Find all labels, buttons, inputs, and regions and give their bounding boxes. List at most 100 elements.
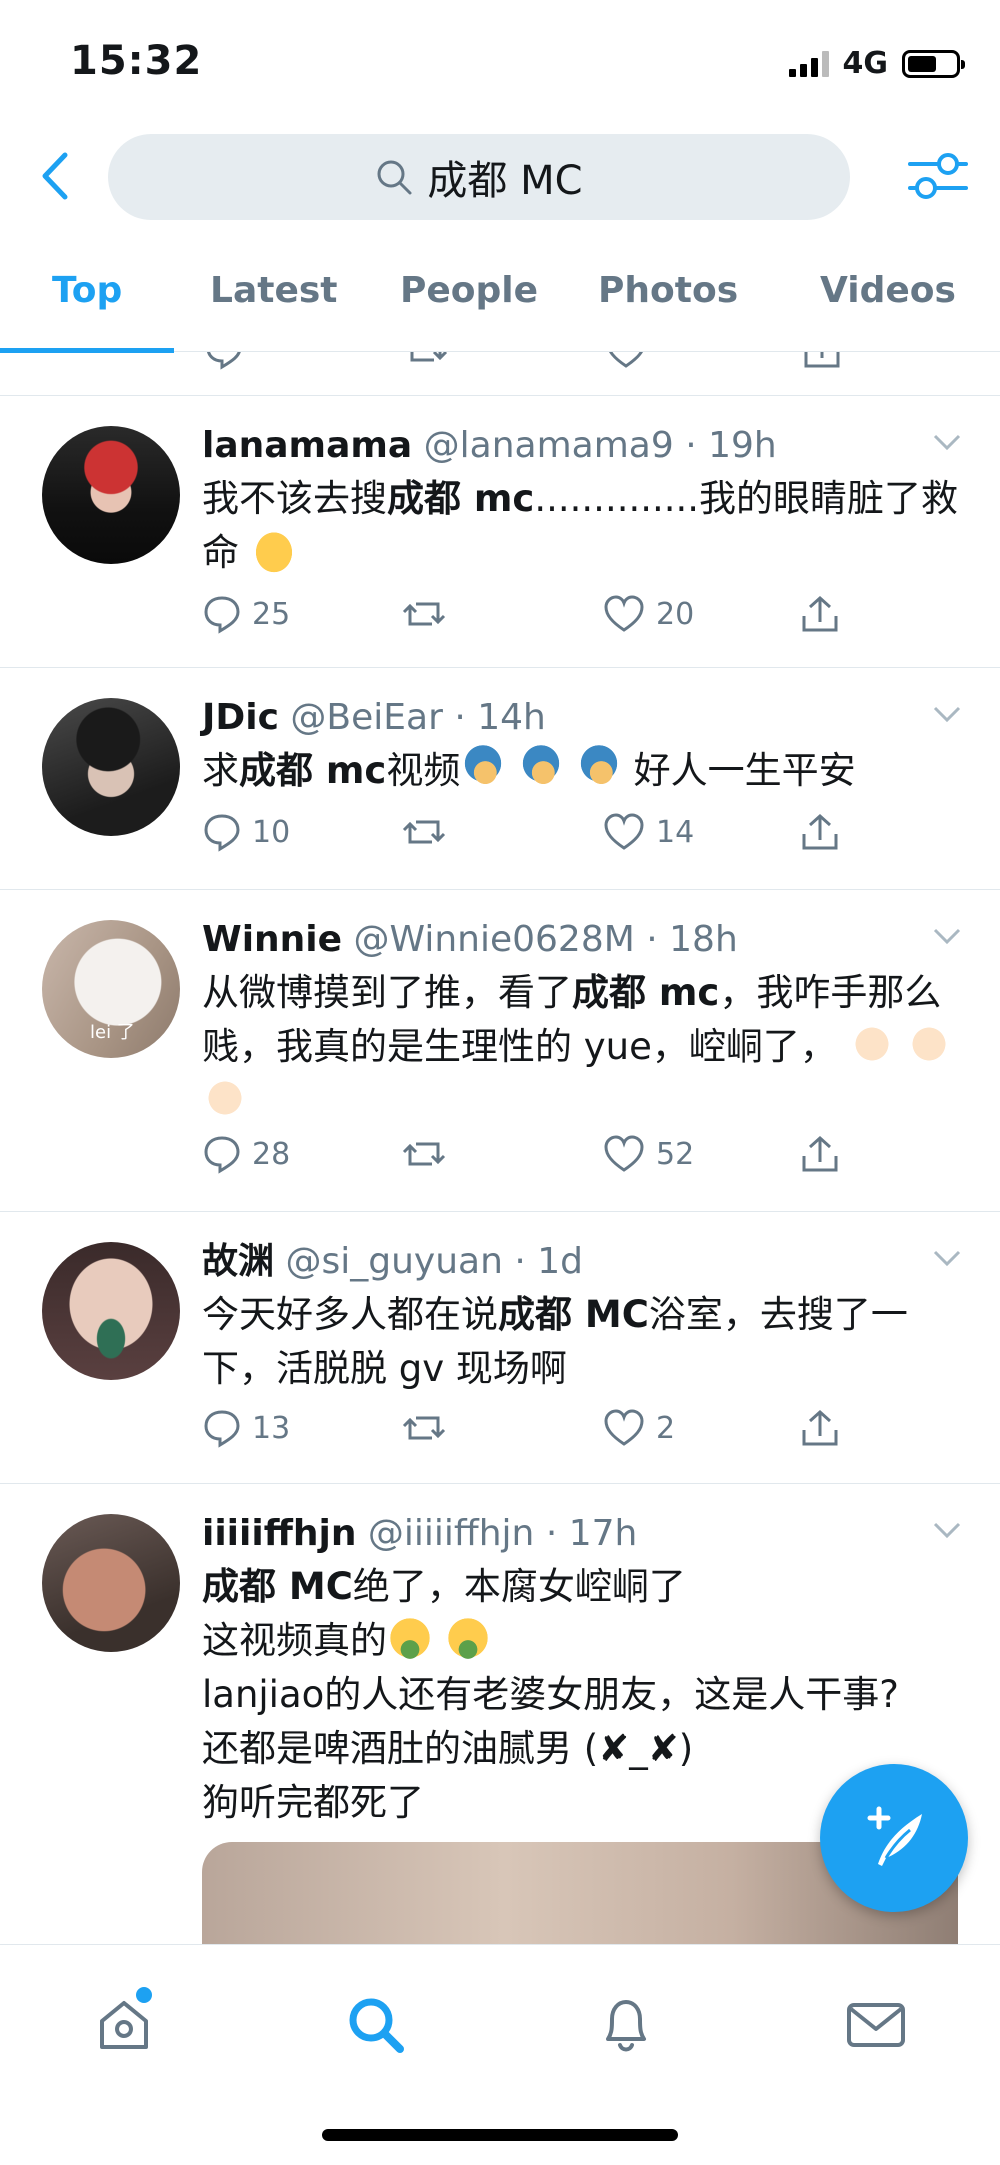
filter-button[interactable] xyxy=(906,146,970,206)
nav-explore[interactable] xyxy=(336,1985,416,2065)
timestamp[interactable]: 14h xyxy=(477,697,546,738)
search-highlight: 成都 MC xyxy=(498,1293,649,1336)
avatar[interactable]: lei 了 xyxy=(42,920,180,1058)
retweet-icon[interactable] xyxy=(404,352,448,370)
tab-people[interactable]: People xyxy=(400,270,538,311)
share-button[interactable] xyxy=(800,812,840,852)
reply-count: 13 xyxy=(252,1410,291,1446)
timestamp[interactable]: 19h xyxy=(708,425,777,466)
caret-icon[interactable] xyxy=(932,1520,962,1540)
search-query: 成都 MC xyxy=(427,158,583,204)
filter-icon xyxy=(908,153,968,199)
reply-button[interactable]: 13 xyxy=(202,1408,290,1448)
caret-icon[interactable] xyxy=(932,1248,962,1268)
tweet-header: iiiiiffhjn @iiiiiffhjn · 17h xyxy=(202,1513,638,1554)
timestamp[interactable]: 18h xyxy=(669,919,738,960)
share-icon xyxy=(802,813,838,850)
tweet[interactable]: lanamama @lanamama9 · 19h 我不该去搜成都 mc....… xyxy=(0,396,1000,668)
reply-button[interactable]: 28 xyxy=(202,1134,290,1174)
retweet-button[interactable] xyxy=(400,594,458,634)
waving-hand-emoji xyxy=(848,1021,895,1067)
signal-icon xyxy=(788,50,829,77)
tweet-header: lanamama @lanamama9 · 19h xyxy=(202,425,777,466)
avatar[interactable] xyxy=(42,1242,180,1380)
partial-tweet-actions xyxy=(0,352,1000,396)
caret-icon[interactable] xyxy=(932,926,962,946)
reply-count: 28 xyxy=(252,1136,291,1172)
raising-hand-emoji xyxy=(575,745,622,791)
retweet-button[interactable] xyxy=(400,812,458,852)
like-count: 14 xyxy=(656,814,695,850)
search-input[interactable]: 成都 MC xyxy=(108,134,850,220)
share-button[interactable] xyxy=(800,594,840,634)
share-icon xyxy=(802,1409,838,1446)
display-name[interactable]: lanamama xyxy=(202,425,412,466)
search-results-feed[interactable]: lanamama @lanamama9 · 19h 我不该去搜成都 mc....… xyxy=(0,352,1000,1944)
avatar[interactable] xyxy=(42,1514,180,1652)
tweet-actions: 28 52 xyxy=(202,1134,842,1182)
retweet-button[interactable] xyxy=(400,1134,458,1174)
tab-photos[interactable]: Photos xyxy=(598,270,738,311)
retweet-icon xyxy=(402,1416,446,1440)
status-bar: 15:32 4G xyxy=(0,0,1000,120)
share-icon xyxy=(802,1135,838,1172)
retweet-icon xyxy=(402,602,446,626)
raising-hand-emoji xyxy=(460,745,507,791)
handle[interactable]: @iiiiiffhjn xyxy=(368,1513,534,1554)
like-icon[interactable] xyxy=(604,352,648,370)
tweet[interactable]: 故渊 @si_guyuan · 1d 今天好多人都在说成都 MC浴室，去搜了一下… xyxy=(0,1212,1000,1484)
share-button[interactable] xyxy=(800,1408,840,1448)
handle[interactable]: @lanamama9 xyxy=(424,425,674,466)
compose-tweet-button[interactable] xyxy=(820,1764,968,1912)
retweet-button[interactable] xyxy=(400,1408,458,1448)
tweet-actions: 10 14 xyxy=(202,812,842,860)
display-name[interactable]: 故渊 xyxy=(202,1241,274,1282)
handle[interactable]: @BeiEar xyxy=(290,697,442,738)
back-icon xyxy=(42,152,68,200)
display-name[interactable]: iiiiiffhjn xyxy=(202,1513,356,1554)
battery-icon xyxy=(902,49,965,78)
tweet-content: Winnie @Winnie0628M · 18h 从微博摸到了推，看了成都 m… xyxy=(202,916,962,1128)
share-icon[interactable] xyxy=(802,352,842,370)
like-button[interactable]: 20 xyxy=(602,594,694,634)
like-button[interactable]: 52 xyxy=(602,1134,694,1174)
tweet[interactable]: JDic @BeiEar · 14h 求成都 mc视频 好人一生平安 10 14 xyxy=(0,668,1000,890)
nav-home[interactable] xyxy=(84,1985,164,2065)
timestamp[interactable]: 1d xyxy=(537,1241,583,1282)
caret-icon[interactable] xyxy=(932,432,962,452)
nav-notifications[interactable] xyxy=(586,1985,666,2065)
tweet[interactable]: lei 了 Winnie @Winnie0628M · 18h 从微博摸到了推，… xyxy=(0,890,1000,1212)
new-content-dot xyxy=(136,1987,152,2003)
share-button[interactable] xyxy=(800,1134,840,1174)
like-icon xyxy=(604,1135,644,1172)
nav-messages[interactable] xyxy=(836,1985,916,2065)
search-highlight: 成都 mc xyxy=(387,477,535,520)
like-count: 2 xyxy=(656,1410,676,1446)
handle[interactable]: @Winnie0628M xyxy=(354,919,635,960)
timestamp[interactable]: 17h xyxy=(569,1513,638,1554)
home-indicator xyxy=(322,2129,678,2141)
back-button[interactable] xyxy=(30,148,80,204)
tweet-content: JDic @BeiEar · 14h 求成都 mc视频 好人一生平安 xyxy=(202,694,962,798)
reply-count: 10 xyxy=(252,814,291,850)
tab-videos[interactable]: Videos xyxy=(820,270,956,311)
avatar[interactable] xyxy=(42,698,180,836)
tab-latest[interactable]: Latest xyxy=(210,270,338,311)
avatar[interactable] xyxy=(42,426,180,564)
tweet-text: 从微博摸到了推，看了成都 mc，我咋手那么贱，我真的是生理性的 yue，崆峒了， xyxy=(202,966,962,1128)
tab-top[interactable]: Top xyxy=(52,270,122,311)
tweet-actions: 13 2 xyxy=(202,1408,842,1456)
display-name[interactable]: Winnie xyxy=(202,919,342,960)
reply-button[interactable]: 10 xyxy=(202,812,290,852)
like-button[interactable]: 14 xyxy=(602,812,694,852)
display-name[interactable]: JDic xyxy=(202,697,279,738)
avatar-caption: lei 了 xyxy=(90,1022,135,1043)
reply-button[interactable]: 25 xyxy=(202,594,290,634)
reply-icon xyxy=(204,814,240,852)
like-button[interactable]: 2 xyxy=(602,1408,675,1448)
reply-icon[interactable] xyxy=(204,352,244,370)
search-icon xyxy=(377,160,412,195)
handle[interactable]: @si_guyuan xyxy=(285,1241,502,1282)
tweet-content: lanamama @lanamama9 · 19h 我不该去搜成都 mc....… xyxy=(202,422,962,580)
caret-icon[interactable] xyxy=(932,704,962,724)
